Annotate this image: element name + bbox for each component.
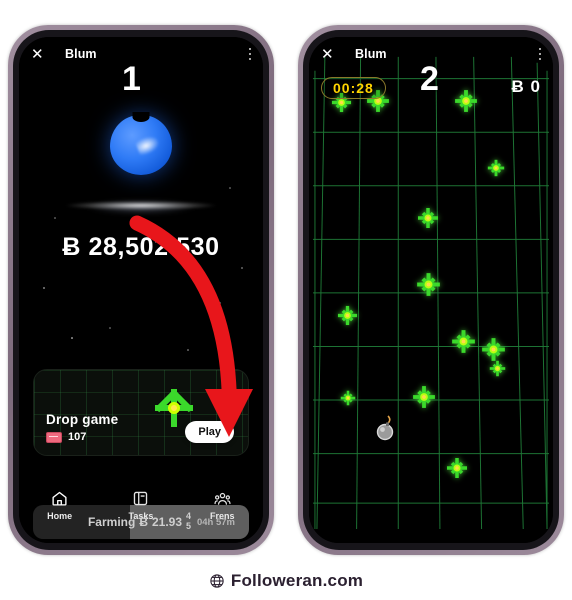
falling-star-icon[interactable] — [446, 457, 468, 479]
balance-amount: Ƀ 28,502 530 — [62, 233, 220, 261]
app-title: Blum — [355, 47, 387, 61]
falling-star-icon[interactable] — [481, 337, 506, 362]
farming-label: Farming — [87, 515, 136, 529]
farming-time-left: 04h 57m — [196, 516, 235, 528]
globe-icon — [210, 574, 224, 588]
phone-one-appbar: ✕ Blum — [19, 37, 263, 71]
phone-one-frame: ✕ Blum Ƀ 28,502 530 Drop game 107 Play F… — [8, 25, 274, 555]
plum-shine — [135, 133, 162, 157]
phone-two-screen: ✕ Blum 00:28 Ƀ 0 — [309, 37, 553, 543]
tasks-icon — [134, 491, 148, 505]
phone-two-frame: ✕ Blum 00:28 Ƀ 0 — [298, 25, 564, 555]
falling-star-icon[interactable] — [416, 272, 441, 297]
blum-home-view: ✕ Blum Ƀ 28,502 530 Drop game 107 Play F… — [19, 37, 263, 543]
bomb-icon[interactable] — [375, 415, 397, 446]
falling-star-icon[interactable] — [337, 305, 358, 326]
drop-game-card[interactable]: Drop game 107 Play — [33, 369, 249, 456]
farming-digit-down: 5 — [186, 521, 192, 531]
kebab-menu-icon[interactable] — [538, 47, 541, 61]
close-icon[interactable]: ✕ — [321, 47, 337, 62]
falling-star-icon[interactable] — [454, 89, 478, 113]
home-icon — [52, 491, 67, 506]
ticket-count: 107 — [68, 431, 87, 443]
game-score: Ƀ 0 — [511, 77, 541, 96]
phone-one-bezel: ✕ Blum Ƀ 28,502 530 Drop game 107 Play F… — [13, 30, 269, 550]
falling-star-icon[interactable] — [451, 329, 476, 354]
falling-star-icon[interactable] — [417, 207, 439, 229]
close-icon[interactable]: ✕ — [31, 47, 47, 62]
game-card-title: Drop game — [46, 412, 119, 427]
drop-game-view[interactable]: ✕ Blum 00:28 Ƀ 0 — [309, 37, 553, 543]
game-timer: 00:28 — [321, 77, 386, 99]
phone-two-bezel: ✕ Blum 00:28 Ƀ 0 — [303, 30, 559, 550]
nav-label-home: Home — [47, 510, 73, 521]
farming-odometer: 4 5 — [186, 511, 194, 531]
falling-star-icon[interactable] — [340, 390, 356, 406]
watermark-text: Followeran.com — [230, 571, 364, 590]
frens-icon — [214, 492, 231, 505]
app-title: Blum — [65, 47, 97, 61]
play-button[interactable]: Play — [185, 421, 234, 443]
farming-amount: 21.93 — [151, 515, 183, 529]
falling-star-icon[interactable] — [412, 385, 436, 409]
ticket-icon — [46, 431, 62, 443]
farming-label-group: Farming Ƀ 21.93 4 5 — [87, 511, 194, 531]
nav-item-home[interactable]: Home — [28, 490, 92, 521]
watermark: Followeran.com — [0, 568, 572, 594]
kebab-menu-icon[interactable] — [248, 47, 251, 61]
falling-star-icon[interactable] — [489, 360, 506, 377]
step-number-two: 2 — [420, 60, 439, 98]
plum-hero — [19, 115, 263, 225]
farming-currency-icon: Ƀ — [139, 515, 148, 529]
game-card-tickets: 107 — [46, 431, 118, 443]
farming-digit-up: 4 — [186, 511, 192, 521]
step-number-one: 1 — [122, 60, 141, 98]
falling-star-icon[interactable] — [487, 159, 505, 177]
plum-glow-line — [66, 201, 216, 210]
plum-blob-icon — [110, 115, 172, 175]
screenshot-stage: ✕ Blum Ƀ 28,502 530 Drop game 107 Play F… — [0, 0, 572, 600]
phone-one-screen: ✕ Blum Ƀ 28,502 530 Drop game 107 Play F… — [19, 37, 263, 543]
card-text-block: Drop game 107 — [46, 412, 118, 443]
